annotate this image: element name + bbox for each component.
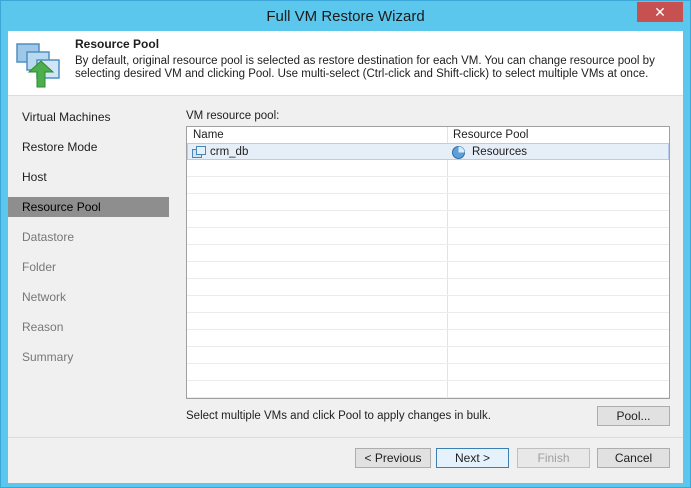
cancel-button[interactable]: Cancel — [597, 448, 670, 468]
wizard-steps: Virtual Machines Restore Mode Host Resou… — [8, 96, 170, 437]
table-row-empty — [187, 347, 669, 364]
table-row-empty — [187, 194, 669, 211]
page-description: By default, original resource pool is se… — [75, 55, 655, 80]
step-resource-pool[interactable]: Resource Pool — [8, 197, 169, 217]
resource-pool-icon — [452, 146, 465, 159]
step-restore-mode[interactable]: Restore Mode — [8, 137, 169, 157]
table-row-empty — [187, 245, 669, 262]
restore-vm-icon — [16, 43, 60, 88]
wizard-header: Resource Pool By default, original resou… — [8, 31, 683, 96]
table-row-empty — [187, 228, 669, 245]
wizard-footer: < Previous Next > Finish Cancel — [8, 437, 683, 483]
table-row-empty — [187, 177, 669, 194]
title-bar[interactable]: Full VM Restore Wizard ✕ — [1, 1, 690, 31]
column-header-name[interactable]: Name — [193, 129, 224, 141]
close-icon: ✕ — [654, 4, 666, 20]
vm-name-cell: crm_db — [210, 146, 249, 158]
column-header-resource-pool[interactable]: Resource Pool — [453, 129, 528, 141]
wizard-window: Full VM Restore Wizard ✕ Resource Pool B… — [0, 0, 691, 488]
table-row-empty — [187, 279, 669, 296]
table-row-empty — [187, 364, 669, 381]
table-row-empty — [187, 296, 669, 313]
table-header: Name Resource Pool — [187, 127, 669, 144]
vm-pool-table[interactable]: Name Resource Pool crm_db Resources — [186, 126, 670, 399]
table-row-empty — [187, 313, 669, 330]
step-reason: Reason — [22, 320, 64, 334]
finish-button: Finish — [517, 448, 590, 468]
step-virtual-machines[interactable]: Virtual Machines — [8, 107, 169, 127]
resource-pool-cell: Resources — [472, 146, 527, 158]
step-datastore: Datastore — [22, 230, 75, 244]
table-row-empty — [187, 330, 669, 347]
previous-button[interactable]: < Previous — [355, 448, 431, 468]
table-row-empty — [187, 160, 669, 177]
table-row-empty — [187, 211, 669, 228]
vm-icon — [192, 146, 206, 158]
step-network: Network — [22, 290, 67, 304]
table-row-empty — [187, 381, 669, 398]
vm-resource-pool-label: VM resource pool: — [186, 110, 280, 122]
step-host[interactable]: Host — [8, 167, 169, 187]
close-button[interactable]: ✕ — [637, 2, 683, 22]
next-button[interactable]: Next > — [436, 448, 509, 468]
step-summary: Summary — [22, 350, 74, 364]
table-row[interactable]: crm_db Resources — [187, 143, 669, 160]
wizard-body: Virtual Machines Restore Mode Host Resou… — [8, 96, 683, 437]
table-row-empty — [187, 262, 669, 279]
pool-button[interactable]: Pool... — [597, 406, 670, 426]
bulk-hint-text: Select multiple VMs and click Pool to ap… — [186, 410, 491, 422]
step-folder: Folder — [22, 260, 57, 274]
window-title: Full VM Restore Wizard — [266, 8, 425, 25]
page-title: Resource Pool — [75, 37, 160, 51]
wizard-client: Resource Pool By default, original resou… — [8, 31, 683, 483]
